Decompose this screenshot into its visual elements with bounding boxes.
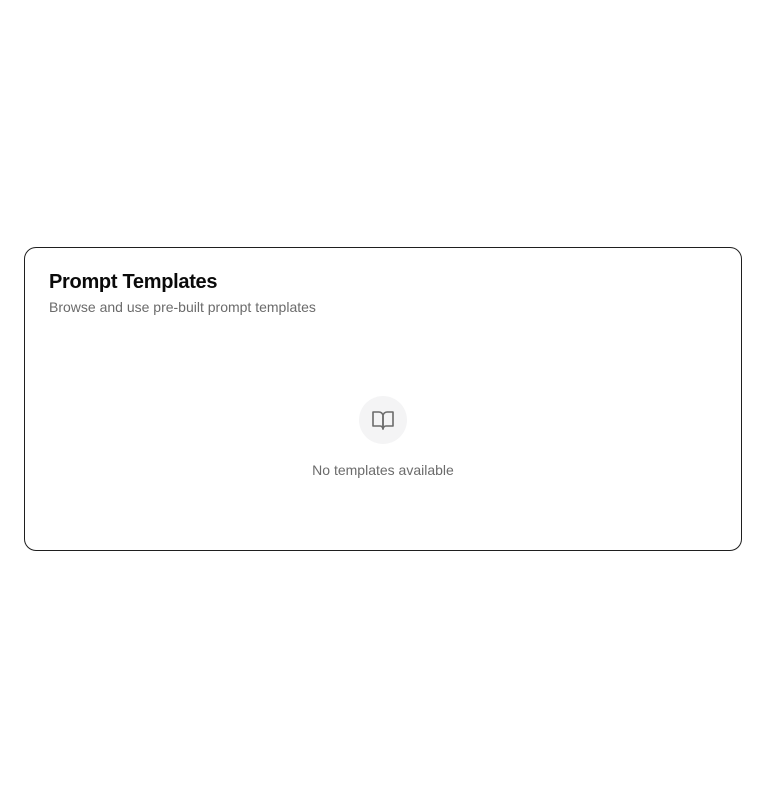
card-title: Prompt Templates xyxy=(49,271,218,293)
book-open-icon xyxy=(372,411,394,430)
empty-state: No templates available xyxy=(25,396,741,479)
prompt-templates-card: Prompt Templates Browse and use pre-buil… xyxy=(24,247,742,551)
empty-state-message: No templates available xyxy=(312,462,454,478)
empty-state-icon-container xyxy=(359,396,407,444)
card-subtitle: Browse and use pre-built prompt template… xyxy=(49,299,316,315)
